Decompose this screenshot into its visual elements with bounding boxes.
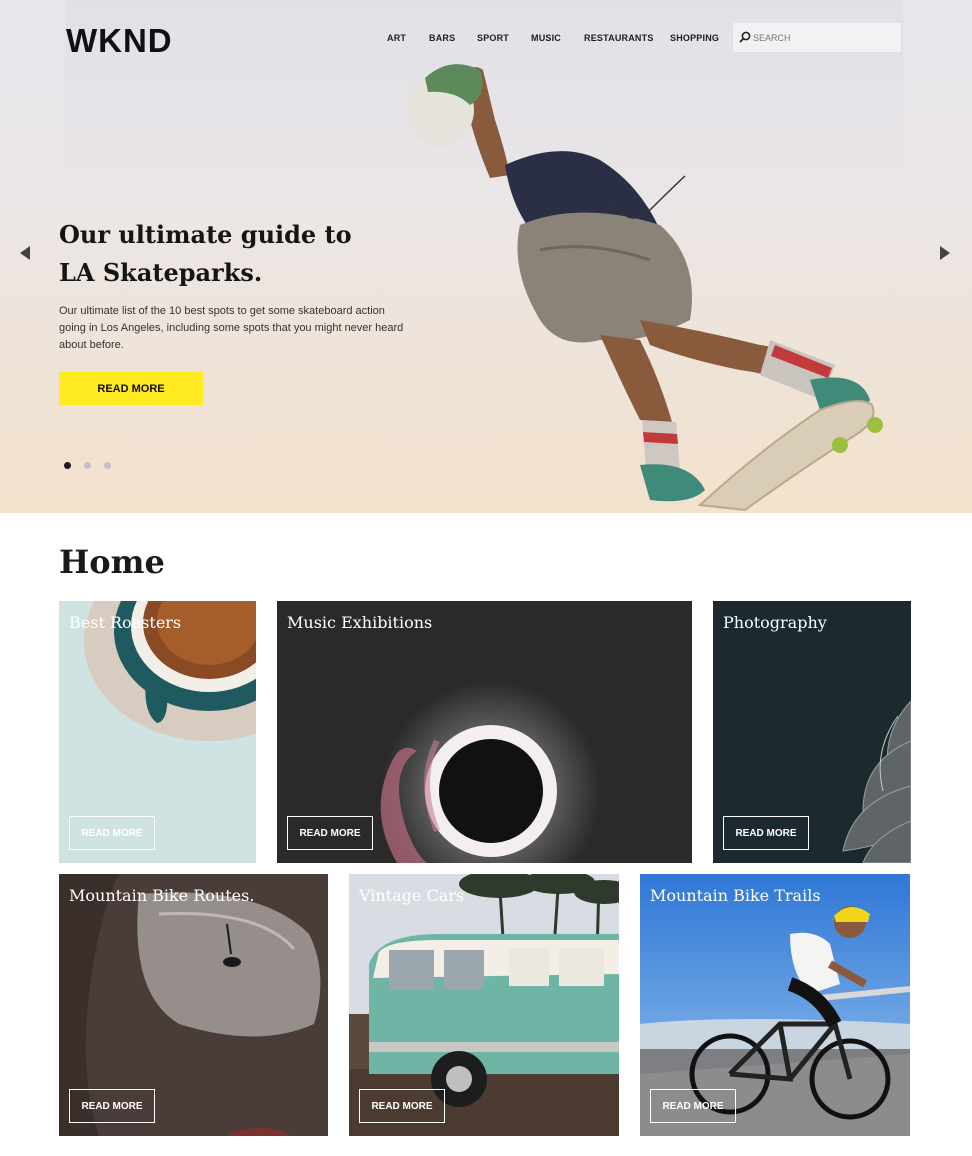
hero-description: Our ultimate list of the 10 best spots t… — [59, 305, 404, 351]
card-title: Vintage Cars — [359, 886, 465, 905]
card-mountain-bike-routes[interactable]: Mountain Bike Routes. READ MORE — [59, 874, 328, 1136]
card-photography[interactable]: Photography READ MORE — [713, 601, 911, 863]
read-more-button[interactable]: READ MORE — [650, 1089, 736, 1123]
card-music-exhibitions[interactable]: Music Exhibitions READ MORE — [277, 601, 692, 863]
page-title: Home — [59, 543, 165, 581]
read-more-button[interactable]: READ MORE — [69, 816, 155, 850]
nav-item-music[interactable]: MUSIC — [531, 33, 561, 43]
read-more-button[interactable]: READ MORE — [723, 816, 809, 850]
carousel-dot-1[interactable] — [64, 462, 71, 469]
nav-item-sport[interactable]: SPORT — [477, 33, 509, 43]
card-title: Mountain Bike Trails — [650, 886, 821, 905]
search-input[interactable] — [753, 30, 893, 46]
carousel-dot-2[interactable] — [84, 462, 91, 469]
nav-item-restaurants[interactable]: RESTAURANTS — [584, 33, 654, 43]
card-title: Music Exhibitions — [287, 613, 433, 632]
card-best-roasters[interactable]: Best Roasters READ MORE — [59, 601, 256, 863]
nav-item-bars[interactable]: BARS — [429, 33, 455, 43]
hero-read-more-button[interactable]: READ MORE — [59, 372, 203, 405]
search-icon — [739, 31, 751, 43]
card-title: Best Roasters — [69, 613, 182, 632]
hero-title: Our ultimate guide to LA Skateparks. — [59, 220, 352, 287]
nav-item-shopping[interactable]: SHOPPING — [670, 33, 719, 43]
read-more-button[interactable]: READ MORE — [359, 1089, 445, 1123]
card-mountain-bike-trails[interactable]: Mountain Bike Trails READ MORE — [640, 874, 910, 1136]
card-title: Photography — [723, 613, 827, 632]
chevron-right-icon[interactable] — [938, 245, 952, 261]
card-title: Mountain Bike Routes. — [69, 886, 255, 905]
search-box — [732, 22, 902, 53]
carousel-dot-3[interactable] — [104, 462, 111, 469]
chevron-left-icon[interactable] — [18, 245, 32, 261]
nav-item-art[interactable]: ART — [387, 33, 406, 43]
read-more-button[interactable]: READ MORE — [287, 816, 373, 850]
read-more-button[interactable]: READ MORE — [69, 1089, 155, 1123]
card-vintage-cars[interactable]: Vintage Cars READ MORE — [349, 874, 619, 1136]
hero-carousel: WKND ART BARS SPORT MUSIC RESTAURANTS SH… — [0, 0, 972, 513]
